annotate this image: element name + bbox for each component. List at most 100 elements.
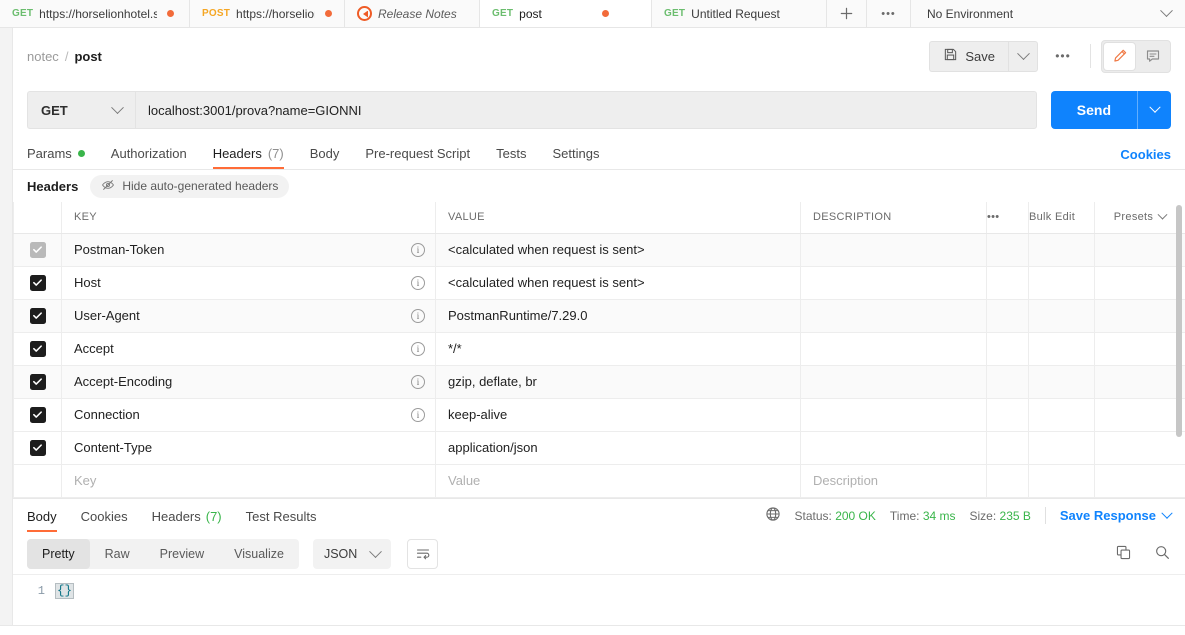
tab-pre-request-script[interactable]: Pre-request Script <box>365 140 470 169</box>
search-icon[interactable] <box>1154 544 1171 564</box>
breadcrumb-collection[interactable]: notec <box>27 49 59 64</box>
url-input[interactable]: localhost:3001/prova?name=GIONNI <box>135 91 1037 129</box>
tab-settings[interactable]: Settings <box>552 140 599 169</box>
row-checkbox[interactable] <box>29 241 46 258</box>
view-mode-visualize[interactable]: Visualize <box>219 539 299 569</box>
tab-body[interactable]: Body <box>310 140 340 169</box>
tab-title: https://horselionhotel <box>236 6 315 21</box>
info-icon[interactable]: i <box>411 407 425 422</box>
scrollbar-thumb[interactable] <box>1176 205 1182 437</box>
breadcrumb-request-name[interactable]: post <box>74 49 101 64</box>
breadcrumb: notec / post <box>27 49 102 64</box>
save-options-button[interactable] <box>1008 40 1038 72</box>
table-row[interactable]: Content-Type application/json <box>13 431 1185 465</box>
table-row[interactable]: Postman-Token i <calculated when request… <box>13 233 1185 267</box>
tab-label: Pre-request Script <box>365 146 471 161</box>
tab-title: https://horselionhotel.s <box>39 6 158 21</box>
chevron-down-icon <box>111 100 124 114</box>
cookies-link[interactable]: Cookies <box>1120 140 1171 169</box>
view-mode-raw[interactable]: Raw <box>90 539 145 569</box>
tab-headers[interactable]: Headers (7) <box>212 140 284 169</box>
save-button[interactable]: Save <box>929 40 1008 72</box>
view-mode-preview[interactable]: Preview <box>145 539 219 569</box>
response-format-select[interactable]: JSON <box>312 539 392 569</box>
tab-title: post <box>519 6 542 21</box>
response-tab-test-results[interactable]: Test Results <box>246 509 317 532</box>
request-tab-release-notes[interactable]: Release Notes <box>345 0 480 27</box>
table-row[interactable]: Accept i */* <box>13 332 1185 366</box>
tab-authorization[interactable]: Authorization <box>111 140 187 169</box>
info-icon[interactable]: i <box>411 374 425 389</box>
edit-pencil-button[interactable] <box>1104 42 1135 70</box>
status-bar <box>0 625 1185 635</box>
headers-table-scrollbar[interactable] <box>1176 205 1182 495</box>
new-header-key-input[interactable]: Key <box>74 473 96 488</box>
info-icon[interactable]: i <box>411 308 425 323</box>
tab-method-label: POST <box>202 8 231 19</box>
url-bar: GET localhost:3001/prova?name=GIONNI Sen… <box>13 86 1185 134</box>
copy-icon[interactable] <box>1115 544 1132 564</box>
table-row[interactable]: Connection i keep-alive <box>13 398 1185 432</box>
eye-slash-icon <box>101 178 115 195</box>
view-mode-pretty[interactable]: Pretty <box>27 539 90 569</box>
comment-button[interactable] <box>1137 43 1168 70</box>
table-row[interactable]: Accept-Encoding i gzip, deflate, br <box>13 365 1185 399</box>
info-icon[interactable]: i <box>411 242 425 257</box>
info-icon[interactable]: i <box>411 341 425 356</box>
request-more-button[interactable]: ••• <box>1046 41 1080 72</box>
view-toggle-group <box>1101 39 1171 73</box>
column-key-label: KEY <box>74 211 97 224</box>
bulk-edit-button[interactable]: Bulk Edit <box>1028 202 1095 234</box>
row-checkbox[interactable] <box>29 340 46 357</box>
send-button[interactable]: Send <box>1050 91 1137 129</box>
new-tab-button[interactable] <box>827 0 867 27</box>
table-row[interactable]: Host i <calculated when request is sent> <box>13 266 1185 300</box>
header-value: <calculated when request is sent> <box>448 242 645 257</box>
status-label: Status: <box>794 508 832 523</box>
headers-title: Headers <box>27 178 79 194</box>
save-label: Save <box>965 48 995 64</box>
chevron-down-icon <box>1016 46 1030 60</box>
request-tab-post[interactable]: GET post <box>480 0 652 27</box>
row-checkbox[interactable] <box>29 406 46 423</box>
request-tab-untitled[interactable]: GET Untitled Request <box>652 0 827 27</box>
row-checkbox[interactable] <box>29 274 46 291</box>
tab-label: Headers <box>212 146 262 161</box>
response-tab-headers[interactable]: Headers (7) <box>152 509 222 532</box>
table-row[interactable]: User-Agent i PostmanRuntime/7.29.0 <box>13 299 1185 333</box>
response-tab-body[interactable]: Body <box>27 509 57 532</box>
environment-selector[interactable]: No Environment <box>911 0 1185 27</box>
info-icon[interactable]: i <box>411 275 425 290</box>
hide-autogenerated-headers-button[interactable]: Hide auto-generated headers <box>90 174 290 198</box>
params-present-dot-icon <box>77 150 85 157</box>
row-checkbox[interactable] <box>29 439 46 456</box>
response-tab-cookies[interactable]: Cookies <box>81 509 128 532</box>
save-response-label: Save Response <box>1059 508 1156 523</box>
new-header-value-input[interactable]: Value <box>436 473 800 488</box>
response-view-actions <box>1115 544 1171 564</box>
header-value: <calculated when request is sent> <box>448 275 645 290</box>
table-row-new[interactable]: Key Value Description <box>13 464 1185 498</box>
presets-label: Presets <box>1113 211 1154 224</box>
tab-params[interactable]: Params <box>27 140 85 169</box>
new-header-description-input[interactable]: Description <box>801 473 986 488</box>
http-method-select[interactable]: GET <box>27 91 135 129</box>
headers-table-more-button[interactable]: ••• <box>986 202 1029 234</box>
save-response-button[interactable]: Save Response <box>1059 507 1173 523</box>
send-options-button[interactable] <box>1137 91 1171 129</box>
hide-autogenerated-headers-label: Hide auto-generated headers <box>122 179 279 193</box>
tab-count: (7) <box>205 509 222 524</box>
tab-label: Settings <box>552 146 600 161</box>
row-checkbox[interactable] <box>29 373 46 390</box>
request-tab-1[interactable]: POST https://horselionhotel <box>190 0 345 27</box>
presets-button[interactable]: Presets <box>1094 202 1185 234</box>
request-tab-0[interactable]: GET https://horselionhotel.s <box>0 0 190 27</box>
unsaved-dot-icon <box>601 10 609 17</box>
word-wrap-button[interactable] <box>407 539 439 569</box>
tab-label: Headers <box>151 509 201 524</box>
tab-bar-more-button[interactable]: ••• <box>867 0 911 27</box>
row-checkbox[interactable] <box>29 307 46 324</box>
tab-tests[interactable]: Tests <box>496 140 526 169</box>
line-number: 1 <box>37 584 45 598</box>
status-item: Status: 200 OK <box>795 509 876 523</box>
